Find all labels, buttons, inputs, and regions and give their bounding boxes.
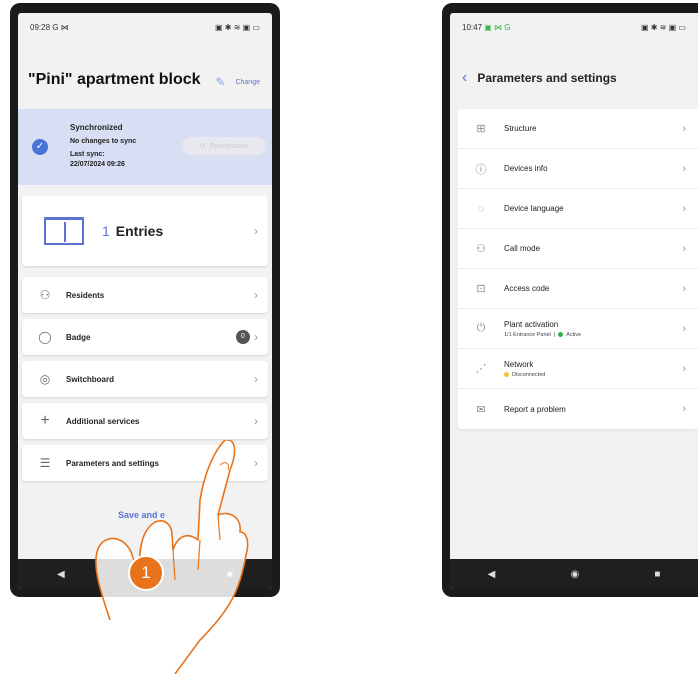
- plant-active-status: Active: [566, 331, 582, 338]
- menu-item-label: Residents: [66, 290, 105, 300]
- menu-item-label: Call mode: [504, 244, 541, 253]
- settings-menu: ⊞ Structure › ⓘ Devices info › ◌ Device …: [458, 109, 698, 429]
- menu-item-structure[interactable]: ⊞ Structure ›: [458, 109, 698, 149]
- plant-status: 1/1 Entrance Panel | Active: [504, 332, 682, 338]
- switchboard-icon: ◎: [39, 372, 51, 386]
- entries-label: Entries: [115, 223, 164, 239]
- menu-item-network[interactable]: ⋰ Network Disconnected ›: [458, 349, 698, 389]
- sync-line: No changes to sync: [70, 138, 137, 145]
- menu-item-label: Devices info: [504, 164, 548, 173]
- chevron-right-icon: ›: [682, 162, 686, 175]
- menu-item-label: Access code: [504, 284, 550, 293]
- status-time: 10:47: [462, 22, 483, 32]
- menu-item-report-problem[interactable]: ✉ Report a problem ›: [458, 389, 698, 429]
- sync-line: Last sync:: [70, 151, 105, 158]
- sync-icon: ⟳: [199, 143, 206, 150]
- menu-item-access-code[interactable]: ⊡ Access code ›: [458, 269, 698, 309]
- menu-item-label: Additional services: [66, 416, 140, 426]
- chevron-right-icon: ›: [254, 288, 258, 302]
- synchronize-label: Synchronize: [209, 142, 249, 150]
- menu-item-label: Structure: [504, 124, 537, 133]
- status-time: 09:28: [30, 22, 51, 32]
- chevron-right-icon: ›: [682, 202, 686, 215]
- page-title: Parameters and settings: [477, 71, 617, 85]
- pointing-hand-illustration: [95, 440, 249, 674]
- badge-count: 0: [236, 330, 250, 344]
- chevron-right-icon: ›: [254, 330, 258, 344]
- change-button[interactable]: ✎ Change: [215, 75, 260, 89]
- plus-icon: +: [40, 412, 50, 429]
- disconnected-status-dot: [504, 372, 509, 377]
- right-screen: 10:47 ▣ ⋈ G ▣ ✱ ≋ ▣ ▭ ‹ Parameters and s…: [450, 13, 698, 589]
- active-status-dot: [558, 332, 564, 337]
- page-title: "Pini" apartment block: [28, 71, 201, 88]
- menu-item-label: Device language: [504, 204, 564, 213]
- change-label: Change: [235, 78, 260, 86]
- check-icon: ✓: [32, 139, 48, 155]
- network-icon: ⋰: [475, 363, 487, 375]
- chevron-right-icon: ›: [682, 122, 686, 135]
- call-mode-icon: ⚇: [476, 243, 486, 255]
- sync-status: Synchronized No changes to sync Last syn…: [70, 123, 136, 170]
- sliders-icon: ☰: [39, 456, 51, 470]
- chevron-right-icon: ›: [254, 456, 258, 470]
- menu-item-device-language[interactable]: ◌ Device language ›: [458, 189, 698, 229]
- chevron-right-icon: ›: [682, 282, 686, 295]
- status-left-icons: G ⋈: [52, 22, 69, 32]
- power-icon: ⏻: [476, 322, 486, 334]
- status-right-icons: ▣ ✱ ≋ ▣ ▭: [215, 22, 260, 32]
- back-arrow-icon[interactable]: ‹: [462, 69, 467, 87]
- sync-panel: ✓ Synchronized No changes to sync Last s…: [18, 109, 272, 185]
- synchronize-button[interactable]: ⟳ Synchronize: [182, 137, 266, 155]
- pencil-icon: ✎: [215, 75, 226, 89]
- structure-icon: ⊞: [476, 123, 486, 135]
- menu-item-devices-info[interactable]: ⓘ Devices info ›: [458, 149, 698, 189]
- menu-item-badge[interactable]: ◯ Badge 0 ›: [22, 319, 268, 355]
- chevron-right-icon: ›: [254, 224, 258, 238]
- menu-item-label: Report a problem: [504, 404, 566, 414]
- badge-icon: ◯: [38, 330, 52, 344]
- menu-item-call-mode[interactable]: ⚇ Call mode ›: [458, 229, 698, 269]
- separator: |: [553, 331, 556, 338]
- menu-item-additional-services[interactable]: + Additional services ›: [22, 403, 268, 439]
- menu-item-residents[interactable]: ⚇ Residents ›: [22, 277, 268, 313]
- menu-item-label: Network: [504, 359, 534, 369]
- menu-item-label: Plant activation: [504, 319, 559, 329]
- menu-item-plant-activation[interactable]: ⏻ Plant activation 1/1 Entrance Panel | …: [458, 309, 698, 349]
- step-number-badge: 1: [128, 555, 164, 591]
- chevron-right-icon: ›: [682, 403, 686, 415]
- status-bar: 09:28 G ⋈ ▣ ✱ ≋ ▣ ▭: [18, 13, 272, 41]
- menu-item-switchboard[interactable]: ◎ Switchboard ›: [22, 361, 268, 397]
- chevron-right-icon: ›: [682, 242, 686, 255]
- right-phone: 10:47 ▣ ⋈ G ▣ ✱ ≋ ▣ ▭ ‹ Parameters and s…: [442, 3, 698, 597]
- chevron-right-icon: ›: [254, 414, 258, 428]
- lock-icon: ⊡: [476, 283, 486, 295]
- chevron-right-icon: ›: [682, 322, 686, 335]
- back-nav-icon[interactable]: ◀: [488, 569, 496, 580]
- network-status-label: Disconnected: [512, 371, 546, 378]
- entries-card[interactable]: 1 Entries ›: [22, 196, 268, 266]
- mail-icon: ✉: [476, 403, 486, 416]
- status-right-icons: ▣ ✱ ≋ ▣ ▭: [641, 22, 686, 32]
- plant-entrance-panel: 1/1 Entrance Panel: [504, 331, 551, 338]
- chevron-right-icon: ›: [682, 362, 686, 375]
- status-left-icons: ▣ ⋈ G: [484, 22, 511, 32]
- language-icon: ◌: [477, 202, 485, 215]
- sync-date: 22/07/2024 09:26: [70, 161, 125, 168]
- back-nav-icon[interactable]: ◀: [57, 569, 65, 580]
- residents-icon: ⚇: [39, 288, 51, 302]
- status-bar: 10:47 ▣ ⋈ G ▣ ✱ ≋ ▣ ▭: [450, 13, 698, 41]
- page-header: ‹ Parameters and settings: [462, 69, 617, 87]
- network-status: Disconnected: [504, 372, 682, 378]
- recents-nav-icon[interactable]: ■: [654, 569, 660, 580]
- chevron-right-icon: ›: [254, 372, 258, 386]
- menu-item-label: Switchboard: [66, 374, 115, 384]
- entrance-icon: [44, 217, 84, 245]
- entries-count: 1: [102, 223, 110, 239]
- home-nav-icon[interactable]: ◉: [570, 569, 579, 580]
- menu-item-label: Badge: [66, 332, 91, 342]
- android-nav-bar: ◀ ◉ ■: [450, 559, 698, 589]
- info-icon: ⓘ: [475, 163, 487, 176]
- sync-heading: Synchronized: [70, 123, 123, 132]
